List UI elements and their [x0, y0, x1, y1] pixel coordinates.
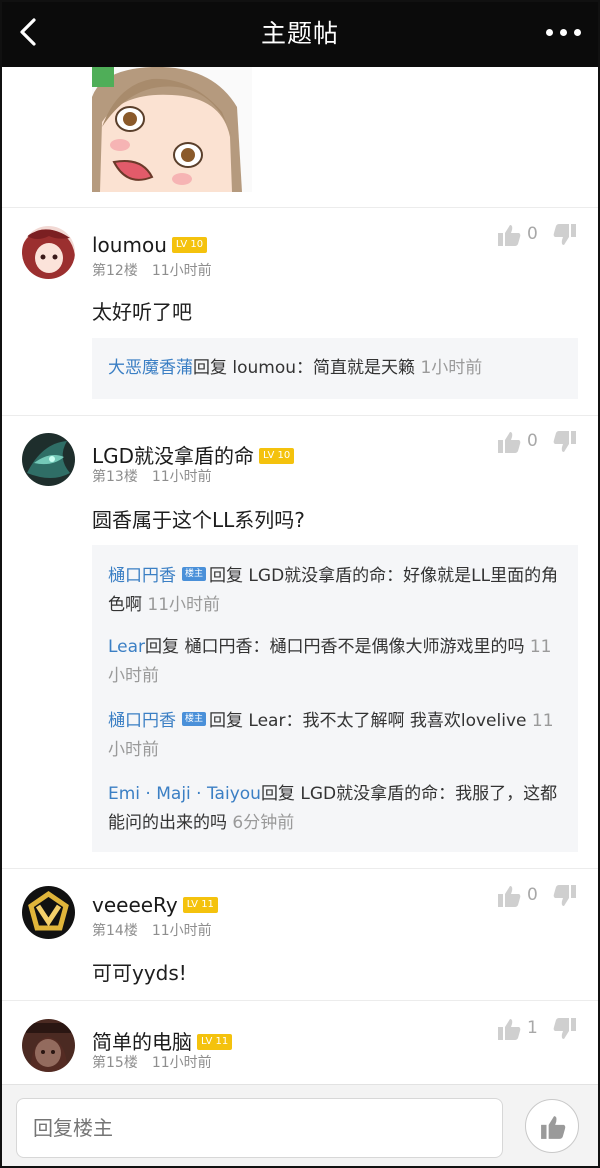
post-meta: 第15楼 11小时前: [92, 1052, 212, 1072]
reply-time: 11小时前: [147, 595, 221, 615]
like-count: 0: [527, 431, 538, 451]
reply-item[interactable]: Emi · Maji · Taiyou回复 LGD就没拿盾的命：我服了，这都能问…: [108, 780, 566, 838]
post-content: 太好听了吧: [92, 300, 192, 324]
top-nav-bar: 主题帖: [0, 0, 600, 67]
post-time: 11小时前: [151, 263, 212, 279]
avatar[interactable]: [22, 226, 75, 279]
thumbs-down-icon[interactable]: [553, 1017, 577, 1041]
post-content: 圆香属于这个LL系列吗?: [92, 508, 305, 532]
username-row: 简单的电脑 LV 11: [92, 1026, 233, 1055]
post-divider: [0, 415, 600, 416]
like-count: 0: [527, 885, 538, 905]
reply-target: LGD就没拿盾的命: [248, 566, 387, 586]
reply-author[interactable]: Emi · Maji · Taiyou: [108, 784, 261, 804]
post-meta: 第14楼 11小时前: [92, 920, 212, 940]
level-badge: LV 11: [197, 1033, 233, 1050]
reply-author[interactable]: Lear: [108, 637, 145, 657]
floor-number: 第14楼: [92, 923, 138, 939]
reply-author[interactable]: 大恶魔香蒲: [108, 358, 193, 378]
thumbs-up-icon[interactable]: [497, 1017, 521, 1041]
post-divider: [0, 1000, 600, 1001]
reply-target: loumou: [232, 358, 297, 378]
username[interactable]: veeeeRy: [92, 893, 178, 917]
post-time: 11小时前: [151, 1055, 212, 1071]
username[interactable]: 简单的电脑: [92, 1030, 192, 1054]
username-row: veeeeRy LV 11: [92, 893, 218, 917]
like-count: 1: [527, 1018, 538, 1038]
post-time: 11小时前: [151, 469, 212, 485]
more-dots-icon[interactable]: [544, 18, 584, 46]
reply-item[interactable]: 樋口円香 楼主 回复 Lear：我不太了解啊 我喜欢lovelive 11小时前: [108, 707, 566, 765]
avatar[interactable]: [22, 886, 75, 939]
thumbs-down-icon[interactable]: [553, 884, 577, 908]
reply-word: 回复: [260, 784, 295, 804]
reply-word: 回复: [193, 358, 227, 378]
avatar[interactable]: [22, 433, 75, 486]
thumbs-up-icon: [541, 1116, 566, 1139]
reply-author[interactable]: 樋口円香: [108, 711, 176, 731]
like-thread-button[interactable]: [525, 1099, 579, 1153]
username-row: LGD就没拿盾的命 LV 10: [92, 440, 295, 469]
bottom-reply-bar: [0, 1084, 600, 1168]
reply-item[interactable]: 大恶魔香蒲回复 loumou：简直就是天籁 1小时前: [108, 354, 566, 383]
thumbs-down-icon[interactable]: [553, 223, 577, 247]
reply-word: 回复: [209, 566, 244, 586]
thumbs-up-icon[interactable]: [497, 884, 521, 908]
floor-number: 第15楼: [92, 1055, 138, 1071]
reply-list: 樋口円香 楼主 回复 LGD就没拿盾的命：好像就是LL里面的角色啊 11小时前 Le…: [92, 545, 578, 852]
post-divider: [0, 207, 600, 208]
username[interactable]: LGD就没拿盾的命: [92, 444, 254, 468]
thumbs-up-icon[interactable]: [497, 430, 521, 454]
thumbs-up-icon[interactable]: [497, 223, 521, 247]
reply-item[interactable]: Lear回复 樋口円香：樋口円香不是偶像大师游戏里的吗 11小时前: [108, 633, 566, 691]
reply-list: 大恶魔香蒲回复 loumou：简直就是天籁 1小时前: [92, 338, 578, 399]
post-meta: 第12楼 11小时前: [92, 260, 212, 280]
username[interactable]: loumou: [92, 233, 167, 257]
floor-number: 第12楼: [92, 263, 138, 279]
owner-badge: 楼主: [182, 567, 207, 581]
reply-word: 回复: [209, 711, 244, 731]
reply-text: ：我不太了解啊 我喜欢lovelive: [285, 711, 527, 731]
like-count: 0: [527, 224, 538, 244]
reply-time: 6分钟前: [232, 813, 295, 833]
post-divider: [0, 868, 600, 869]
page-title: 主题帖: [260, 19, 339, 48]
post-meta: 第13楼 11小时前: [92, 466, 212, 486]
reply-word: 回复: [145, 637, 180, 657]
post-content: 可可yyds!: [92, 961, 187, 985]
owner-badge: 楼主: [182, 712, 207, 726]
reply-target: Lear: [248, 711, 286, 731]
reply-author[interactable]: 樋口円香: [108, 566, 176, 586]
reply-target: LGD就没拿盾的命: [300, 784, 439, 804]
reply-input[interactable]: [16, 1098, 503, 1158]
username-row: loumou LV 10: [92, 233, 208, 257]
reply-text: ：简直就是天籁: [296, 358, 416, 378]
avatar[interactable]: [22, 1019, 75, 1072]
reply-text: ：樋口円香不是偶像大师游戏里的吗: [252, 637, 525, 657]
reply-item[interactable]: 樋口円香 楼主 回复 LGD就没拿盾的命：好像就是LL里面的角色啊 11小时前: [108, 562, 566, 620]
thumbs-down-icon[interactable]: [553, 430, 577, 454]
reply-target: 樋口円香: [184, 637, 253, 657]
level-badge: LV 10: [259, 447, 295, 464]
level-badge: LV 11: [182, 896, 218, 913]
floor-number: 第13楼: [92, 469, 138, 485]
anime-sticker-image: [92, 67, 252, 192]
reply-time: 1小时前: [420, 358, 483, 378]
post-time: 11小时前: [151, 923, 212, 939]
level-badge: LV 10: [171, 236, 208, 253]
